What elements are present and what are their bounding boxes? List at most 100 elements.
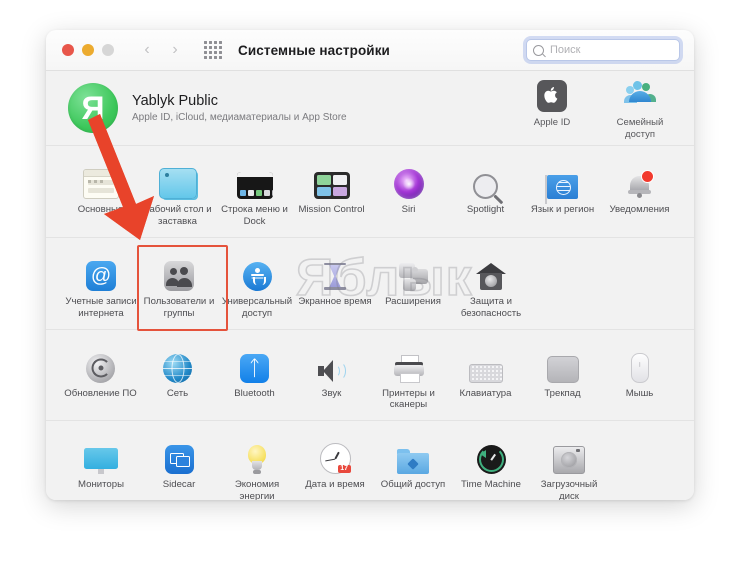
apple-id-icon: [520, 79, 584, 113]
pref-label: Основные: [77, 204, 124, 215]
bluetooth-icon: ᛏ: [240, 353, 269, 383]
tile-label: Apple ID: [533, 117, 571, 128]
pref-users-groups[interactable]: Пользователи и группы: [140, 247, 218, 320]
pref-label: Экранное время: [298, 295, 372, 307]
pref-menubar-dock[interactable]: Строка меню и Dock: [216, 155, 293, 228]
preference-section-2: @ Учетные записи интернета Пользователи …: [46, 238, 694, 329]
apple-id-account-row[interactable]: Я Yablyk Public Apple ID, iCloud, медиам…: [46, 71, 694, 145]
pref-label: Учетные записи интернета: [65, 295, 137, 319]
pref-label: Spotlight: [466, 204, 505, 215]
displays-icon: [84, 448, 118, 475]
pref-label: Клавиатура: [459, 387, 512, 399]
notifications-icon: [627, 170, 654, 199]
avatar[interactable]: Я: [68, 83, 118, 133]
pref-internet-accounts[interactable]: @ Учетные записи интернета: [62, 247, 140, 320]
pref-general[interactable]: Основные: [62, 155, 139, 228]
preference-section-1: Основные Рабочий стол и заставка Строка …: [46, 146, 694, 237]
pref-extensions[interactable]: Расширения: [374, 247, 452, 320]
close-button[interactable]: [62, 44, 74, 56]
pref-time-machine[interactable]: Time Machine: [452, 430, 530, 500]
sidecar-icon: [164, 445, 194, 475]
pref-label: Обновление ПО: [64, 387, 137, 399]
users-groups-icon: [164, 260, 194, 291]
pref-energy-saver[interactable]: Экономия энергии: [218, 430, 296, 500]
account-text: Yablyk Public Apple ID, iCloud, медиамат…: [132, 93, 347, 123]
grid-view-icon[interactable]: [204, 41, 222, 59]
pref-label: Сеть: [166, 387, 189, 399]
security-privacy-icon: [476, 262, 506, 291]
search-icon: [533, 44, 544, 56]
pref-label: Общий доступ: [380, 479, 446, 491]
menubar-dock-icon: [236, 172, 273, 199]
trackpad-icon: [546, 355, 579, 383]
back-button[interactable]: ‹: [136, 39, 158, 61]
pref-label: Звук: [321, 387, 342, 399]
pref-label: Уведомления: [609, 204, 670, 215]
internet-accounts-icon: @: [86, 260, 116, 291]
pref-language-region[interactable]: Язык и регион: [524, 155, 601, 228]
pref-label: Защита и безопасность: [460, 295, 522, 319]
pref-label: Mission Control: [298, 204, 365, 215]
tile-family-sharing[interactable]: Семейный доступ: [608, 79, 672, 140]
account-shortcuts: Apple ID Семейный доступ: [520, 79, 672, 140]
pref-printers-scanners[interactable]: Принтеры и сканеры: [370, 339, 447, 412]
pref-label: Пользователи и группы: [143, 295, 215, 319]
pref-screen-time[interactable]: Экранное время: [296, 247, 374, 320]
siri-icon: [393, 169, 424, 199]
tile-label: Семейный доступ: [616, 117, 664, 140]
pref-displays[interactable]: Мониторы: [62, 430, 140, 500]
printers-scanners-icon: [393, 354, 425, 383]
pref-label: Строка меню и Dock: [221, 204, 288, 227]
pref-label: Мониторы: [78, 479, 124, 491]
pref-label: Рабочий стол и заставка: [143, 204, 212, 227]
general-icon: [82, 169, 119, 199]
pref-startup-disk[interactable]: Загрузочный диск: [530, 430, 608, 500]
pref-date-time[interactable]: 17 Дата и время: [296, 430, 374, 500]
keyboard-icon: [468, 363, 503, 383]
pref-label: Универсальный доступ: [221, 295, 293, 319]
startup-disk-icon: [553, 446, 585, 475]
search-box[interactable]: [526, 39, 680, 61]
pref-keyboard[interactable]: Клавиатура: [447, 339, 524, 412]
network-icon: [163, 353, 192, 383]
tile-apple-id[interactable]: Apple ID: [520, 79, 584, 140]
pref-bluetooth[interactable]: ᛏ Bluetooth: [216, 339, 293, 412]
pref-label: Расширения: [385, 295, 441, 307]
minimize-button[interactable]: [82, 44, 94, 56]
pref-label: Принтеры и сканеры: [382, 387, 435, 411]
pref-sound[interactable]: Звук: [293, 339, 370, 412]
date-time-icon: 17: [319, 443, 351, 475]
time-machine-icon: [476, 445, 506, 475]
account-subtitle: Apple ID, iCloud, медиаматериалы и App S…: [132, 112, 347, 123]
pref-accessibility[interactable]: Универсальный доступ: [218, 247, 296, 320]
pref-notifications[interactable]: Уведомления: [601, 155, 678, 228]
pref-label: Siri: [401, 204, 416, 215]
pref-security-privacy[interactable]: Защита и безопасность: [452, 247, 530, 320]
extensions-icon: [398, 262, 428, 291]
pref-desktop-screensaver[interactable]: Рабочий стол и заставка: [139, 155, 216, 228]
pref-spotlight[interactable]: Spotlight: [447, 155, 524, 228]
pref-label: Sidecar: [162, 479, 196, 491]
zoom-button[interactable]: [102, 44, 114, 56]
pref-label: Мышь: [625, 387, 654, 399]
pref-mission-control[interactable]: Mission Control: [293, 155, 370, 228]
accessibility-icon: [242, 261, 272, 291]
pref-software-update[interactable]: Обновление ПО: [62, 339, 139, 412]
pref-network[interactable]: Сеть: [139, 339, 216, 412]
forward-button[interactable]: ›: [164, 39, 186, 61]
pref-sharing[interactable]: Общий доступ: [374, 430, 452, 500]
pref-mouse[interactable]: Мышь: [601, 339, 678, 412]
family-sharing-icon: [608, 79, 672, 113]
mouse-icon: [630, 352, 649, 383]
pref-sidecar[interactable]: Sidecar: [140, 430, 218, 500]
energy-saver-icon: [247, 445, 267, 475]
pref-trackpad[interactable]: Трекпад: [524, 339, 601, 412]
window-titlebar: ‹ › Системные настройки: [46, 30, 694, 71]
desktop-screensaver-icon: [158, 168, 197, 199]
date-badge: 17: [337, 465, 351, 474]
pref-label: Загрузочный диск: [540, 479, 598, 500]
pref-siri[interactable]: Siri: [370, 155, 447, 228]
pref-label: Трекпад: [544, 387, 581, 399]
window-controls: [62, 44, 114, 56]
search-input[interactable]: [548, 43, 673, 57]
